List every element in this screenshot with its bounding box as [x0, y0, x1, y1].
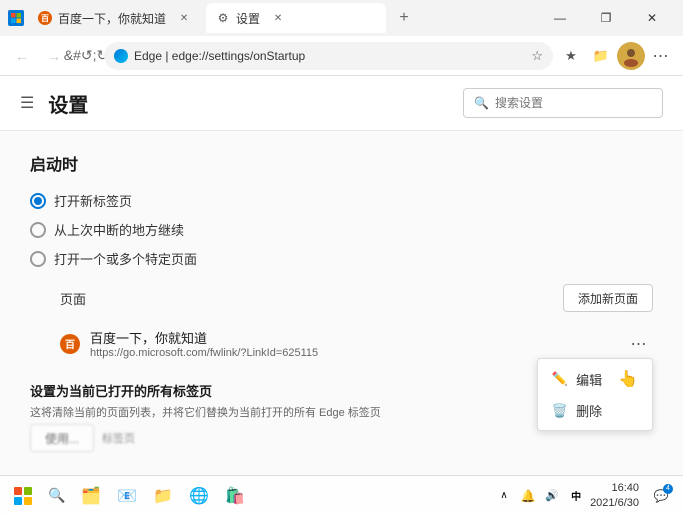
page-item-container: 百 百度一下，你就知道 https://go.microsoft.com/fwl… [30, 322, 653, 365]
win-logo-blue [14, 497, 22, 505]
option-continue-label: 从上次中断的地方继续 [54, 220, 184, 239]
tab-settings-label: 设置 [236, 10, 260, 27]
page-url: https://go.microsoft.com/fwlink/?LinkId=… [90, 347, 615, 359]
taskbar-files[interactable]: 📁 [148, 481, 178, 511]
option-new-tab-label: 打开新标签页 [54, 191, 132, 210]
taskbar-store[interactable]: 🛍️ [220, 481, 250, 511]
back-button[interactable]: ← [8, 42, 36, 70]
settings-header: ☰ 设置 🔍 [0, 76, 683, 131]
tray-lang[interactable]: 中 [566, 486, 586, 506]
taskbar-mail[interactable]: 📧 [112, 481, 142, 511]
radio-continue[interactable] [30, 222, 46, 238]
edit-label: 编辑 [576, 370, 602, 389]
tray-volume[interactable]: 🔊 [542, 486, 562, 506]
notification-badge: 4 [663, 484, 673, 494]
close-button[interactable]: ✕ [629, 0, 675, 36]
page-favicon: 百 [60, 334, 80, 354]
search-icon: 🔍 [474, 96, 489, 110]
tab-baidu-close[interactable]: ✕ [176, 10, 192, 26]
taskbar-left: 🔍 🗂️ 📧 📁 🌐 🛍️ [8, 481, 250, 511]
set-current-extra: 标签页 [102, 430, 135, 446]
tab-baidu[interactable]: 百 百度一下，你就知道 ✕ [28, 3, 202, 33]
baidu-favicon: 百 [38, 11, 52, 25]
edit-icon: ✏️ [552, 371, 568, 387]
set-current-button[interactable]: 使用... [30, 424, 94, 452]
tab-strip: 百 百度一下，你就知道 ✕ ⚙ 设置 ✕ + [8, 3, 418, 33]
startup-options: 打开新标签页 从上次中断的地方继续 打开一个或多个特定页面 [30, 191, 653, 268]
page-more-button[interactable]: ⋯ [625, 330, 653, 358]
win-logo-red [14, 487, 22, 495]
pages-header: 页面 添加新页面 [30, 284, 653, 312]
clock-time: 16:40 [611, 481, 639, 495]
nav-actions: ★ 📁 ⋯ [557, 42, 675, 70]
system-clock[interactable]: 16:40 2021/6/30 [590, 481, 639, 510]
settings-page: ☰ 设置 🔍 启动时 打开新标签页 从上次中断的地方继续 [0, 76, 683, 475]
settings-favicon: ⚙ [216, 11, 230, 25]
notification-button[interactable]: 💬 4 [647, 482, 675, 510]
collections-button[interactable]: 📁 [587, 42, 615, 70]
profile-button[interactable] [617, 42, 645, 70]
nav-bar: ← → &#↺;↻ Edge | edge://settings/onStart… [0, 36, 683, 76]
option-specific-pages[interactable]: 打开一个或多个特定页面 [30, 249, 653, 268]
tab-settings-close[interactable]: ✕ [270, 10, 286, 26]
taskbar-explorer[interactable]: 🗂️ [76, 481, 106, 511]
tray-wifi[interactable]: 🔔 [518, 486, 538, 506]
bookmark-icon[interactable]: ☆ [531, 48, 543, 64]
pages-section: 页面 添加新页面 百 百度一下，你就知道 https://go.microsof… [30, 284, 653, 452]
option-new-tab[interactable]: 打开新标签页 [30, 191, 653, 210]
settings-body: 启动时 打开新标签页 从上次中断的地方继续 打开一个或多个特定页面 [0, 131, 683, 475]
title-bar: 百 百度一下，你就知道 ✕ ⚙ 设置 ✕ + — ❐ ✕ [0, 0, 683, 36]
more-button[interactable]: ⋯ [647, 42, 675, 70]
page-name: 百度一下，你就知道 [90, 328, 615, 347]
address-bar[interactable]: Edge | edge://settings/onStartup ☆ [104, 42, 553, 70]
section-title: 启动时 [30, 151, 653, 175]
clock-date: 2021/6/30 [590, 496, 639, 510]
context-menu-edit[interactable]: ✏️ 编辑 👆 [538, 363, 652, 395]
windows-logo [14, 487, 32, 505]
tab-settings[interactable]: ⚙ 设置 ✕ [206, 3, 386, 33]
radio-new-tab[interactable] [30, 193, 46, 209]
delete-label: 删除 [576, 401, 602, 420]
win-logo-yellow [24, 497, 32, 505]
pages-label: 页面 [30, 289, 86, 308]
favorites-button[interactable]: ★ [557, 42, 585, 70]
maximize-button[interactable]: ❐ [583, 0, 629, 36]
settings-search-input[interactable] [495, 96, 645, 110]
taskbar-edge[interactable]: 🌐 [184, 481, 214, 511]
address-text: Edge | edge://settings/onStartup [134, 49, 525, 63]
edge-logo-icon [114, 49, 128, 63]
context-menu: ✏️ 编辑 👆 🗑️ 删除 [537, 358, 653, 431]
taskbar-search-button[interactable]: 🔍 [44, 483, 70, 509]
add-page-button[interactable]: 添加新页面 [563, 284, 653, 312]
option-continue[interactable]: 从上次中断的地方继续 [30, 220, 653, 239]
taskbar: 🔍 🗂️ 📧 📁 🌐 🛍️ ∧ 🔔 🔊 中 16:40 2021/6/30 💬 … [0, 475, 683, 515]
hamburger-menu-icon[interactable]: ☰ [20, 93, 34, 113]
trash-icon: 🗑️ [552, 403, 568, 419]
minimize-button[interactable]: — [537, 0, 583, 36]
refresh-button[interactable]: &#↺;↻ [72, 42, 100, 70]
tab-baidu-label: 百度一下，你就知道 [58, 10, 166, 27]
tray-expand[interactable]: ∧ [494, 486, 514, 506]
window-controls: — ❐ ✕ [537, 0, 675, 36]
taskbar-right: ∧ 🔔 🔊 中 16:40 2021/6/30 💬 4 [494, 481, 675, 510]
start-button[interactable] [8, 481, 38, 511]
page-actions: ⋯ [625, 330, 653, 358]
win-logo-green [24, 487, 32, 495]
context-menu-delete[interactable]: 🗑️ 删除 [538, 395, 652, 426]
new-tab-button[interactable]: + [390, 4, 418, 32]
option-specific-pages-label: 打开一个或多个特定页面 [54, 249, 197, 268]
radio-specific-pages[interactable] [30, 251, 46, 267]
settings-page-title: 设置 [48, 89, 88, 118]
app-icon [8, 10, 24, 26]
page-info: 百度一下，你就知道 https://go.microsoft.com/fwlin… [90, 328, 615, 359]
address-domain: Edge | edge://settings/onStartup [134, 49, 305, 63]
cursor-hand: 👆 [618, 369, 638, 389]
settings-search-box[interactable]: 🔍 [463, 88, 663, 118]
settings-title-row: ☰ 设置 [20, 89, 88, 118]
